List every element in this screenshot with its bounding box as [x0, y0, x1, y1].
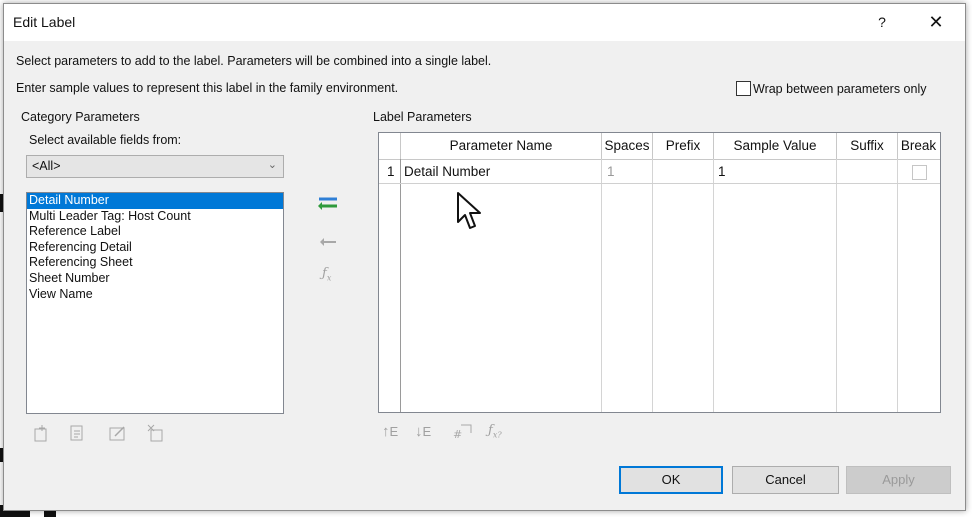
- column-header-break[interactable]: Break: [898, 133, 939, 159]
- edit-formula-icon[interactable]: ƒx?: [488, 423, 502, 440]
- grid-divider: [400, 159, 401, 412]
- dialog-title: Edit Label: [13, 14, 76, 30]
- column-header-spaces[interactable]: Spaces: [602, 133, 653, 159]
- wrap-checkbox[interactable]: [736, 81, 751, 96]
- wrap-checkbox-label[interactable]: Wrap between parameters only: [753, 82, 926, 96]
- chevron-down-icon: ⌄: [267, 159, 277, 171]
- label-parameters-grid[interactable]: Parameter Name Spaces Prefix Sample Valu…: [378, 132, 941, 413]
- delete-parameter-icon[interactable]: [146, 423, 166, 443]
- row-header-corner: [379, 133, 401, 159]
- fields-filter-value: <All>: [32, 159, 61, 173]
- column-header-prefix[interactable]: Prefix: [653, 133, 714, 159]
- fx-icon[interactable]: ƒx: [322, 266, 331, 283]
- instruction-line-2: Enter sample values to represent this la…: [16, 81, 399, 95]
- grid-divider: [601, 159, 602, 412]
- help-button[interactable]: ?: [870, 10, 894, 34]
- parameter-name-cell[interactable]: Detail Number: [404, 160, 490, 183]
- fields-filter-dropdown[interactable]: <All> ⌄: [26, 155, 284, 178]
- category-parameters-list[interactable]: Detail Number Multi Leader Tag: Host Cou…: [26, 192, 284, 414]
- mouse-cursor-icon: [457, 192, 481, 229]
- column-header-sample-value[interactable]: Sample Value: [714, 133, 837, 159]
- ok-button[interactable]: OK: [619, 466, 723, 494]
- new-parameter-icon[interactable]: [32, 423, 52, 443]
- sample-value-cell[interactable]: 1: [718, 160, 726, 183]
- edit-label-dialog: Edit Label ? ✕ Select parameters to add …: [3, 3, 966, 511]
- list-item[interactable]: Sheet Number: [27, 271, 283, 287]
- title-bar: Edit Label ? ✕: [4, 4, 965, 41]
- list-item[interactable]: Reference Label: [27, 224, 283, 240]
- grid-divider: [652, 159, 653, 412]
- spaces-cell[interactable]: 1: [607, 160, 615, 183]
- remove-parameter-icon[interactable]: [318, 236, 338, 248]
- table-row[interactable]: 1 Detail Number 1 1: [379, 160, 940, 184]
- edit-parameter-icon[interactable]: [68, 423, 88, 443]
- grid-divider: [713, 159, 714, 412]
- instruction-line-1: Select parameters to add to the label. P…: [16, 54, 492, 68]
- edit-format-icon[interactable]: #: [452, 421, 474, 441]
- category-parameters-heading: Category Parameters: [21, 110, 140, 124]
- add-parameter-icon[interactable]: [317, 194, 341, 214]
- grid-divider: [836, 159, 837, 412]
- move-up-icon[interactable]: ↑E: [382, 423, 398, 440]
- list-item[interactable]: View Name: [27, 287, 283, 303]
- cancel-button[interactable]: Cancel: [732, 466, 839, 494]
- list-item[interactable]: Detail Number: [27, 193, 283, 209]
- close-button[interactable]: ✕: [924, 10, 948, 34]
- grid-divider: [897, 159, 898, 412]
- list-item[interactable]: Multi Leader Tag: Host Count: [27, 209, 283, 225]
- column-header-parameter-name[interactable]: Parameter Name: [401, 133, 602, 159]
- row-index: 1: [387, 164, 395, 179]
- modify-parameter-icon[interactable]: [108, 423, 128, 443]
- break-checkbox[interactable]: [912, 165, 927, 180]
- fields-label: Select available fields from:: [29, 133, 182, 147]
- grid-header: Parameter Name Spaces Prefix Sample Valu…: [379, 133, 940, 160]
- svg-text:#: #: [453, 428, 462, 441]
- list-item[interactable]: Referencing Sheet: [27, 255, 283, 271]
- move-down-icon[interactable]: ↓E: [415, 423, 431, 440]
- column-header-suffix[interactable]: Suffix: [837, 133, 898, 159]
- apply-button[interactable]: Apply: [846, 466, 951, 494]
- list-item[interactable]: Referencing Detail: [27, 240, 283, 256]
- label-parameters-heading: Label Parameters: [373, 110, 472, 124]
